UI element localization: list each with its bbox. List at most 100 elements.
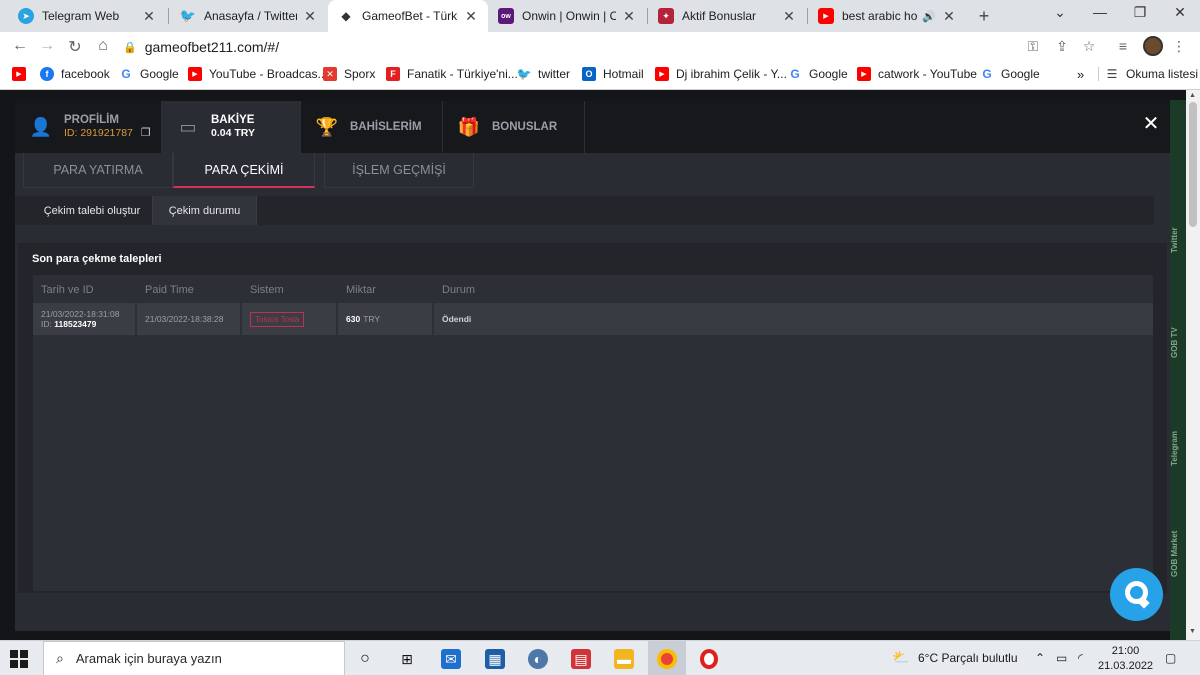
close-tab-icon[interactable]: ✕ xyxy=(622,8,636,25)
back-icon[interactable]: ← xyxy=(10,37,30,55)
bookmark-item[interactable]: G Google xyxy=(119,67,178,81)
wifi-icon[interactable]: ◜ xyxy=(1078,651,1083,665)
close-tab-icon[interactable]: ✕ xyxy=(142,8,156,25)
browser-tab-strip: ➤ Telegram Web ✕ 🐦 Anasayfa / Twitter ✕ … xyxy=(0,0,1200,32)
bookmark-item[interactable]: G Google xyxy=(788,67,847,81)
browser-tab-onwin[interactable]: ow Onwin | Onwin | Onwin ✕ xyxy=(488,0,646,32)
window-close-button[interactable]: ✕ xyxy=(1170,4,1190,21)
mail-icon[interactable]: ✉ xyxy=(441,649,461,669)
bookmark-item[interactable]: F Fanatik - Türkiye'ni... xyxy=(386,67,518,81)
bookmark-label: Google xyxy=(1001,67,1040,81)
forward-icon[interactable]: → xyxy=(37,37,57,55)
speaker-icon[interactable]: 🔊 xyxy=(922,10,936,23)
close-tab-icon[interactable]: ✕ xyxy=(942,8,956,25)
reload-icon[interactable]: ↻ xyxy=(65,37,85,57)
payment-subtabs: PARA YATIRMA PARA ÇEKİMİ İŞLEM GEÇMİŞİ xyxy=(15,153,1170,198)
bookmark-item[interactable]: ▶ catwork - YouTube xyxy=(857,67,977,81)
trophy-icon: 🏆 xyxy=(315,116,339,137)
bookmark-item[interactable]: ▶ Dj ibrahim Çelik - Y... xyxy=(655,67,787,81)
scroll-thumb[interactable] xyxy=(1189,102,1197,227)
search-placeholder: Aramak için buraya yazın xyxy=(75,651,222,666)
widgets-icon[interactable]: ⊞ xyxy=(397,649,417,669)
status-text: Ödendi xyxy=(442,314,472,324)
bookmark-item[interactable]: 🐦 twitter xyxy=(517,67,570,81)
side-link-telegram[interactable]: Telegram xyxy=(1170,424,1186,474)
tab-balance[interactable]: ▭ BAKİYE 0.04 TRY xyxy=(162,101,301,153)
cell-date-id: 21/03/2022-18:31:08 ID: 118523479 xyxy=(33,303,137,335)
tab-withdraw[interactable]: PARA ÇEKİMİ xyxy=(173,153,315,188)
bookmark-item[interactable]: O Hotmail xyxy=(582,67,644,81)
withdraw-actions: Çekim talebi oluştur Çekim durumu xyxy=(15,196,1154,225)
minimize-button[interactable]: — xyxy=(1090,4,1110,20)
key-icon[interactable]: ⚿ xyxy=(1024,38,1042,55)
windows-start-icon[interactable] xyxy=(10,650,28,668)
more-bookmarks-button[interactable]: » xyxy=(1077,67,1084,82)
bookmark-label: facebook xyxy=(61,67,110,81)
youtube-icon: ▶ xyxy=(12,67,26,81)
side-link-gob-tv[interactable]: GOB TV xyxy=(1170,318,1186,368)
weather-text[interactable]: 6°C Parçalı bulutlu xyxy=(918,651,1018,665)
cell-status: Ödendi ✓ xyxy=(434,303,1153,335)
wallet-icon: ▭ xyxy=(179,116,197,137)
scroll-down-icon[interactable]: ▼ xyxy=(1189,628,1196,635)
request-date: 21/03/2022-18:31:08 xyxy=(41,309,120,319)
bookmark-star-icon[interactable]: ☆ xyxy=(1080,38,1098,55)
close-tab-icon[interactable]: ✕ xyxy=(303,8,317,25)
tab-search-icon[interactable]: ⌄ xyxy=(1050,4,1070,21)
close-tab-icon[interactable]: ✕ xyxy=(464,8,478,25)
app-icon[interactable]: ◐ xyxy=(528,649,548,669)
browser-tab-twitter[interactable]: 🐦 Anasayfa / Twitter ✕ xyxy=(170,0,327,32)
bookmark-item[interactable]: ✕ Sporx xyxy=(323,67,375,81)
share-icon[interactable]: ⇪ xyxy=(1053,38,1071,55)
notification-icon[interactable]: ▢ xyxy=(1165,651,1176,665)
store-icon[interactable]: ▦ xyxy=(485,649,505,669)
bookmark-item[interactable]: f facebook xyxy=(40,67,110,81)
home-icon[interactable]: ⌂ xyxy=(93,37,113,55)
menu-icon[interactable]: ⋮ xyxy=(1170,38,1188,55)
outlook-icon: O xyxy=(582,67,596,81)
browser-tab-telegram[interactable]: ➤ Telegram Web ✕ xyxy=(8,0,166,32)
page-scrollbar[interactable]: ▲ ▼ xyxy=(1186,90,1200,640)
restore-button[interactable]: ❐ xyxy=(1130,4,1150,21)
taskbar-search[interactable]: ⌕ Aramak için buraya yazın xyxy=(43,641,345,675)
tab-profile[interactable]: 👤 PROFİLİM ID: 291921787 ❐ xyxy=(15,101,162,153)
tab-transaction-history[interactable]: İŞLEM GEÇMİŞİ xyxy=(324,153,474,188)
task-view-icon[interactable]: ○ xyxy=(355,649,375,669)
tab-deposit[interactable]: PARA YATIRMA xyxy=(23,153,173,188)
copy-icon[interactable]: ❐ xyxy=(141,127,151,140)
tray-chevron-icon[interactable]: ⌃ xyxy=(1035,651,1045,665)
taskbar-clock[interactable]: 21:00 21.03.2022 xyxy=(1098,644,1153,674)
browser-tab-bonuses[interactable]: ✦ Aktif Bonuslar ✕ xyxy=(648,0,806,32)
browser-tab-youtube[interactable]: ▶ best arabic house 🔊 ✕ xyxy=(808,0,966,32)
opera-icon[interactable] xyxy=(700,649,718,669)
amount-currency: TRY xyxy=(363,314,381,324)
youtube-icon: ▶ xyxy=(655,67,669,81)
onwin-icon: ow xyxy=(498,8,514,24)
url-bar[interactable]: 🔒 gameofbet211.com/#/ xyxy=(123,34,1113,60)
table-row[interactable]: 21/03/2022-18:31:08 ID: 118523479 21/03/… xyxy=(33,303,1153,335)
tab-my-bets[interactable]: 🏆 BAHİSLERİM xyxy=(301,101,443,153)
profile-avatar[interactable] xyxy=(1143,36,1163,56)
reader-icon[interactable]: ▤ xyxy=(571,649,591,669)
browser-tab-gameofbet[interactable]: ◆ GameofBet - Türkiye'nin ✕ xyxy=(328,0,488,32)
media-control-icon[interactable]: ≡ xyxy=(1114,38,1132,54)
side-link-gob-market[interactable]: GOB Market xyxy=(1170,524,1186,584)
create-withdraw-request-button[interactable]: Çekim talebi oluştur xyxy=(32,196,153,225)
tab-bonuses[interactable]: 🎁 BONUSLAR xyxy=(443,101,585,153)
battery-icon[interactable]: ▭ xyxy=(1056,651,1067,665)
reading-list-button[interactable]: ☰ Okuma listesi xyxy=(1098,67,1198,81)
chrome-icon[interactable] xyxy=(657,649,677,669)
close-modal-button[interactable]: ✕ xyxy=(1141,111,1161,136)
bookmark-item[interactable]: G Google xyxy=(980,67,1040,81)
side-link-twitter[interactable]: Twitter xyxy=(1170,220,1186,260)
file-explorer-icon[interactable]: ▬ xyxy=(614,649,634,669)
withdraw-status-button[interactable]: Çekim durumu xyxy=(153,196,257,225)
bookmark-item[interactable]: ▶ YouTube - Broadcas... xyxy=(188,67,328,81)
scroll-up-icon[interactable]: ▲ xyxy=(1189,92,1196,99)
request-id-prefix: ID: xyxy=(41,319,52,329)
withdraw-table: Tarih ve ID Paid Time Sistem Miktar Duru… xyxy=(33,275,1153,591)
close-tab-icon[interactable]: ✕ xyxy=(782,8,796,25)
bookmark-item[interactable]: ▶ xyxy=(12,67,33,81)
live-chat-button[interactable] xyxy=(1110,568,1163,621)
new-tab-button[interactable]: + xyxy=(975,6,993,27)
